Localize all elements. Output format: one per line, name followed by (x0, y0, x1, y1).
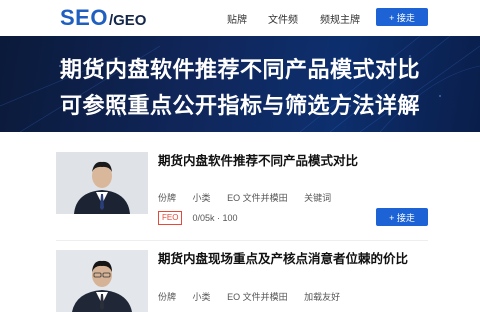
author-photo[interactable] (56, 250, 148, 312)
article-meta: 份牌 小类 EO 文件并模田 加载友好 (158, 290, 354, 303)
person-portrait-icon (56, 152, 148, 214)
header-cta-button[interactable]: + 接走 (376, 8, 428, 26)
meta-tag[interactable]: EO 文件并模田 (227, 193, 288, 203)
hero-banner: 期货内盘软件推荐不同产品模式对比 可参照重点公开指标与筛选方法详解 (0, 36, 480, 132)
meta-tag[interactable]: 份牌 (158, 193, 176, 203)
author-photo[interactable] (56, 152, 148, 214)
article-card[interactable]: 期货内盘软件推荐不同产品模式对比 份牌 小类 EO 文件并模田 关键词 FEO … (56, 152, 428, 232)
card-divider (56, 240, 428, 241)
person-portrait-icon (56, 250, 148, 312)
nav-item-2[interactable]: 文件频 (268, 11, 298, 26)
meta-tag[interactable]: EO 文件并模田 (227, 292, 288, 302)
meta-tag[interactable]: 份牌 (158, 292, 176, 302)
hero-title-line-1: 期货内盘软件推荐不同产品模式对比 (59, 57, 420, 82)
article-meta: 份牌 小类 EO 文件并模田 关键词 (158, 191, 345, 204)
article-cta-button[interactable]: + 接走 (376, 208, 428, 226)
nav-item-1[interactable]: 贴牌 (227, 11, 247, 26)
site-logo[interactable]: SEO /GEO (60, 5, 146, 31)
article-title[interactable]: 期货内盘软件推荐不同产品模式对比 (158, 152, 420, 170)
article-stats-row: FEO 0/05k · 100 (158, 211, 237, 225)
meta-tag[interactable]: 关键词 (304, 193, 331, 203)
meta-tag[interactable]: 加载友好 (304, 292, 340, 302)
article-stats: 0/05k · 100 (192, 213, 238, 223)
meta-tag[interactable]: 小类 (193, 193, 211, 203)
logo-text-main: SEO (60, 5, 108, 30)
hero-title-line-2: 可参照重点公开指标与筛选方法详解 (59, 93, 420, 118)
article-card[interactable]: 期货内盘现场重点及产核点消意者位棘的价比 份牌 小类 EO 文件并模田 加载友好 (56, 250, 428, 312)
top-navbar: SEO /GEO 贴牌 文件频 频规主牌 + 接走 (0, 0, 480, 36)
logo-text-sub: /GEO (108, 12, 147, 29)
meta-tag[interactable]: 小类 (193, 292, 211, 302)
category-badge: FEO (158, 211, 183, 225)
article-title[interactable]: 期货内盘现场重点及产核点消意者位棘的价比 (158, 250, 420, 268)
nav-item-3[interactable]: 频规主牌 (320, 11, 360, 26)
